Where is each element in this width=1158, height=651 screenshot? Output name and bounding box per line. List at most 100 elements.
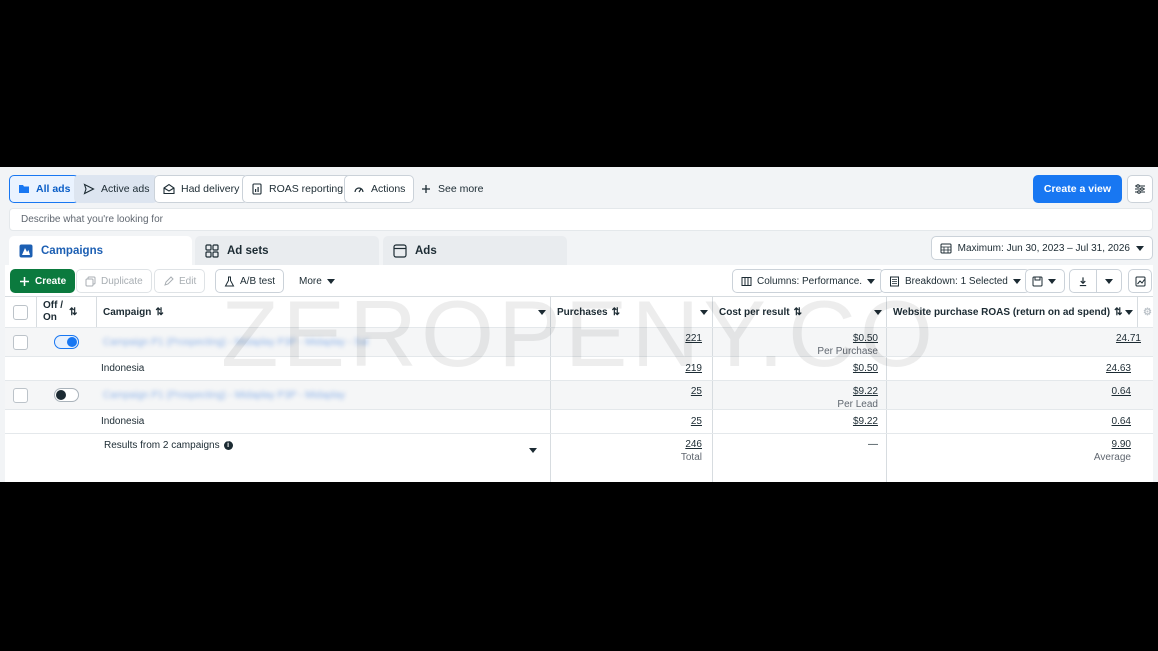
summary-row: Results from 2 campaigns i 246 Total — 9… (5, 434, 1153, 482)
cost-per-result-header[interactable]: Cost per result ⇅ (719, 297, 802, 327)
date-range-picker[interactable]: Maximum: Jun 30, 2023 – Jul 31, 2026 (930, 236, 1153, 260)
cost-value[interactable]: $0.50 (853, 333, 878, 344)
columns-label: Columns: Performance. (757, 275, 863, 287)
info-icon[interactable]: i (223, 440, 233, 450)
summary-roas[interactable]: 9.90 (1112, 439, 1131, 450)
cost-col-menu[interactable] (874, 297, 882, 327)
select-all-checkbox[interactable] (13, 304, 28, 320)
view-label: ROAS reporting (269, 183, 344, 195)
table-header: Off / On ⇅ Campaign ⇅ Purchases ⇅ Cost p… (5, 297, 1153, 328)
ad-page-icon (393, 243, 407, 258)
cost-value[interactable]: $9.22 (853, 416, 878, 427)
sort-icon: ⇅ (611, 306, 620, 318)
edit-button[interactable]: Edit (154, 269, 206, 293)
more-button[interactable]: More (291, 269, 343, 293)
breakdown-country: Indonesia (101, 416, 145, 427)
create-label: Create (35, 275, 67, 287)
view-label: Active ads (101, 183, 150, 195)
folder-icon (19, 185, 29, 193)
campaign-toggle[interactable] (54, 335, 79, 349)
send-icon (83, 183, 95, 195)
campaign-name[interactable]: Campaign P1 (Prospecting) - Midaplay P3P… (103, 328, 403, 356)
tab-ads[interactable]: Ads (383, 236, 567, 265)
purchases-col-menu[interactable] (700, 297, 708, 327)
ab-test-label: A/B test (240, 275, 276, 287)
view-see-more[interactable]: See more (412, 175, 492, 203)
roas-header-label: Website purchase ROAS (return on ad spen… (893, 306, 1111, 318)
view-all-ads[interactable]: All ads (9, 175, 80, 203)
table-row[interactable]: Campaign P1 (Prospecting) - Midaplay P3P… (5, 381, 1153, 410)
campaign-header[interactable]: Campaign ⇅ (103, 297, 543, 327)
plus-icon (422, 185, 430, 193)
columns-icon (741, 276, 752, 286)
roas-value[interactable]: 24.71 (1116, 333, 1141, 344)
table-row[interactable]: Campaign P1 (Prospecting) - Midaplay P3P… (5, 328, 1153, 357)
purchases-value[interactable]: 219 (685, 363, 702, 374)
view-actions[interactable]: Actions (344, 175, 415, 203)
summary-purchases[interactable]: 246 (685, 439, 702, 450)
charts-toggle[interactable] (1128, 269, 1152, 293)
cost-value[interactable]: $9.22 (853, 386, 878, 397)
ab-test-button[interactable]: A/B test (215, 269, 285, 293)
cost-sub-label: Per Lead (837, 399, 878, 410)
cost-value[interactable]: $0.50 (853, 363, 878, 374)
duplicate-button[interactable]: Duplicate (76, 269, 152, 293)
roas-col-menu[interactable] (1125, 297, 1133, 327)
purchases-header[interactable]: Purchases ⇅ (557, 297, 620, 327)
roas-value[interactable]: 0.64 (1112, 416, 1131, 427)
row-checkbox[interactable] (13, 334, 28, 350)
add-column-icon[interactable]: ⚙ (1143, 297, 1152, 327)
summary-cost: — (868, 439, 878, 450)
summary-purchases-sub: Total (680, 452, 702, 463)
roas-value[interactable]: 24.63 (1106, 363, 1131, 374)
summary-label-cell: Results from 2 campaigns i (104, 438, 233, 452)
table-row[interactable]: Indonesia 219 $0.50 24.63 (5, 357, 1153, 381)
view-roas-reporting[interactable]: ROAS reporting (242, 175, 353, 203)
view-active-ads[interactable]: Active ads (74, 175, 159, 203)
create-view-button[interactable]: Create a view (1032, 175, 1122, 203)
roas-header[interactable]: Website purchase ROAS (return on ad spen… (893, 297, 1122, 327)
campaign-col-menu[interactable] (538, 297, 546, 327)
purchases-value[interactable]: 25 (691, 386, 702, 397)
view-had-delivery[interactable]: Had delivery (154, 175, 249, 203)
view-label: All ads (36, 183, 71, 195)
search-input[interactable] (21, 214, 1141, 225)
date-range-label: Maximum: Jun 30, 2023 – Jul 31, 2026 (957, 242, 1130, 254)
chevron-down-icon (529, 447, 537, 453)
off-on-header-label: On (43, 312, 57, 323)
select-all-cell (13, 297, 35, 327)
row-checkbox[interactable] (13, 387, 28, 403)
table-row[interactable]: Indonesia 25 $9.22 0.64 (5, 410, 1153, 434)
roas-value[interactable]: 0.64 (1112, 386, 1131, 397)
tab-label: Ads (415, 244, 437, 257)
view-label: Actions (371, 183, 406, 195)
off-on-header[interactable]: Off / On (43, 297, 93, 327)
mail-open-icon (163, 183, 175, 195)
view-settings-button[interactable] (1127, 175, 1153, 203)
purchases-value[interactable]: 25 (691, 416, 702, 427)
campaign-toggle[interactable] (54, 388, 79, 402)
tab-ad-sets[interactable]: Ad sets (195, 236, 379, 265)
reports-button[interactable] (1025, 269, 1065, 293)
breakdown-country: Indonesia (101, 363, 145, 374)
edit-label: Edit (179, 275, 197, 287)
export-dropdown[interactable] (1096, 269, 1122, 293)
view-bar: All ads Active ads Had delivery ROAS rep… (9, 175, 1153, 203)
columns-button[interactable]: Columns: Performance. (732, 269, 885, 293)
export-button[interactable] (1069, 269, 1097, 293)
toolbar: Create Duplicate Edit A/B test More Colu… (5, 265, 1153, 296)
summary-expand[interactable] (529, 444, 537, 456)
tab-label: Campaigns (41, 244, 103, 257)
purchases-value[interactable]: 221 (685, 333, 702, 344)
duplicate-label: Duplicate (101, 275, 143, 287)
breakdown-button[interactable]: Breakdown: 1 Selected (880, 269, 1030, 293)
sort-icon[interactable]: ⇅ (69, 297, 83, 327)
sliders-icon (1135, 184, 1145, 194)
tab-campaigns[interactable]: Campaigns (9, 236, 192, 265)
create-button[interactable]: Create (10, 269, 76, 293)
duplicate-icon (85, 276, 96, 286)
grid-icon (205, 243, 219, 258)
campaign-name[interactable]: Campaign P1 (Prospecting) - Midaplay P3P… (103, 381, 403, 409)
plus-icon (20, 276, 29, 286)
sort-icon: ⇅ (155, 306, 164, 318)
